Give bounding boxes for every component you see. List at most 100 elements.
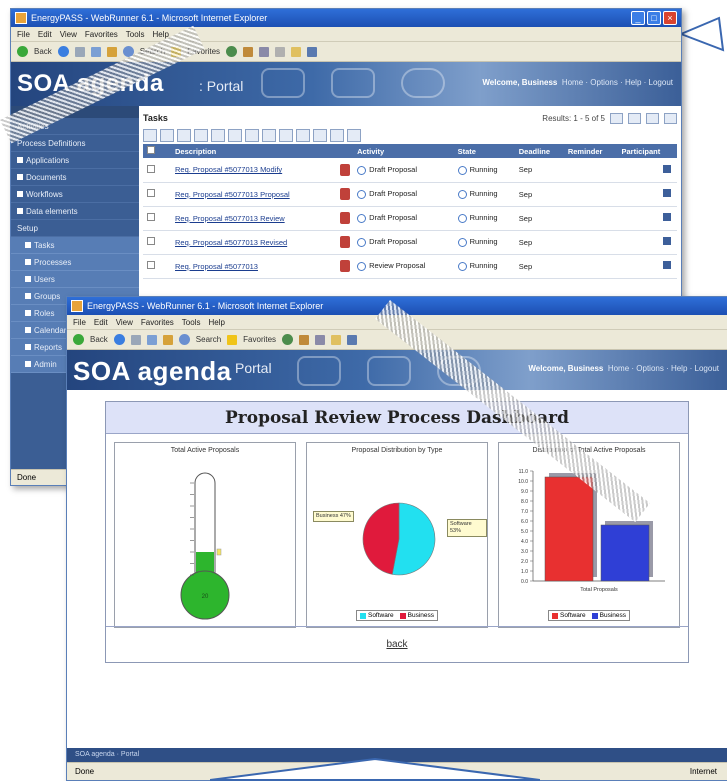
close-button[interactable]: × [663, 11, 677, 25]
front-window-titlebar[interactable]: EnergyPASS - WebRunner 6.1 - Microsoft I… [67, 297, 727, 315]
menu-view[interactable]: View [116, 315, 133, 329]
sidebar-subitem[interactable]: Processes [11, 254, 139, 271]
action-button[interactable] [330, 128, 344, 142]
folder-icon[interactable] [291, 46, 302, 57]
media-icon[interactable] [226, 46, 238, 57]
document-icon[interactable] [340, 188, 351, 200]
action-button[interactable] [160, 128, 174, 142]
search-icon[interactable] [178, 334, 190, 345]
toolbar-favorites-label[interactable]: Favorites [243, 330, 276, 349]
task-link[interactable]: Req. Proposal #5077013 Revised [175, 238, 287, 247]
back-link[interactable]: back [386, 639, 407, 650]
history-icon[interactable] [299, 334, 310, 345]
next-page-button[interactable] [646, 112, 659, 124]
sidebar-subitem[interactable]: Tasks [11, 237, 139, 254]
table-row[interactable]: Req. Proposal #5077013 Review Draft Prop… [143, 206, 677, 231]
row-checkbox[interactable] [147, 189, 155, 197]
first-page-button[interactable] [610, 112, 623, 124]
action-button[interactable] [194, 128, 208, 142]
document-icon[interactable] [340, 163, 351, 176]
table-row[interactable]: Req. Proposal #5077013 Proposal Draft Pr… [143, 182, 677, 207]
sidebar-subitem[interactable]: Users [11, 271, 139, 288]
column-header-description[interactable]: Description [171, 144, 337, 158]
menu-help[interactable]: Help [152, 27, 168, 41]
mail-icon[interactable] [315, 334, 326, 345]
action-button[interactable] [313, 128, 327, 142]
back-arrow-icon[interactable] [17, 46, 28, 57]
action-button[interactable] [279, 128, 293, 142]
mail-icon[interactable] [259, 46, 270, 57]
folder-icon[interactable] [331, 334, 342, 345]
favorites-star-icon[interactable] [171, 46, 182, 57]
action-button[interactable] [296, 128, 310, 142]
menu-file[interactable]: File [17, 27, 30, 41]
row-checkbox[interactable] [147, 164, 155, 173]
document-icon[interactable] [340, 236, 351, 248]
refresh-icon[interactable] [146, 334, 157, 345]
home-icon[interactable] [106, 46, 117, 57]
search-icon[interactable] [122, 46, 134, 57]
document-icon[interactable] [340, 212, 351, 224]
menu-view[interactable]: View [60, 27, 77, 41]
menu-favorites[interactable]: Favorites [141, 315, 174, 329]
toolbar-favorites-label[interactable]: Favorites [187, 42, 220, 61]
action-button[interactable] [245, 128, 259, 142]
back-arrow-icon[interactable] [73, 334, 84, 345]
menu-tools[interactable]: Tools [182, 315, 201, 329]
back-window-titlebar[interactable]: EnergyPASS - WebRunner 6.1 - Microsoft I… [11, 9, 681, 27]
stop-icon[interactable] [74, 46, 85, 57]
table-row[interactable]: Req. Proposal #5077013 Modify Draft Prop… [143, 158, 677, 183]
sidebar-item-data-elements[interactable]: Data elements [11, 203, 139, 220]
forward-arrow-icon[interactable] [113, 334, 125, 345]
row-checkbox[interactable] [147, 261, 155, 269]
messenger-icon[interactable] [307, 46, 318, 57]
action-button[interactable] [211, 128, 225, 142]
history-icon[interactable] [243, 46, 254, 57]
menu-edit[interactable]: Edit [38, 27, 52, 41]
select-all-header[interactable] [143, 144, 157, 158]
sidebar-item-applications[interactable]: Applications [11, 152, 139, 169]
toolbar-back-label[interactable]: Back [34, 42, 52, 61]
row-checkbox[interactable] [147, 237, 155, 245]
column-header-deadline[interactable]: Deadline [514, 144, 564, 158]
header-links[interactable]: Welcome, Business Home · Options · Help … [482, 78, 673, 87]
toolbar-search-label[interactable]: Search [196, 330, 221, 349]
menu-help[interactable]: Help [208, 315, 224, 329]
select-all-checkbox[interactable] [147, 146, 155, 154]
home-icon[interactable] [162, 334, 173, 345]
sidebar-item-workflows[interactable]: Workflows [11, 186, 139, 203]
refresh-icon[interactable] [90, 46, 101, 57]
toolbar-back-label[interactable]: Back [90, 330, 108, 349]
last-page-button[interactable] [664, 112, 677, 124]
header-nav-links[interactable]: Home · Options · Help · Logout [562, 78, 673, 87]
action-button[interactable] [262, 128, 276, 142]
forward-arrow-icon[interactable] [57, 46, 69, 57]
menu-favorites[interactable]: Favorites [85, 27, 118, 41]
prev-page-button[interactable] [628, 112, 641, 124]
print-icon[interactable] [275, 46, 286, 57]
action-button[interactable] [177, 128, 191, 142]
sidebar-item-documents[interactable]: Documents [11, 169, 139, 186]
participant-icon[interactable] [663, 189, 671, 197]
document-icon[interactable] [340, 260, 351, 272]
menu-tools[interactable]: Tools [126, 27, 145, 41]
minimize-button[interactable]: _ [631, 11, 645, 25]
column-header-activity[interactable]: Activity [353, 144, 454, 158]
action-button[interactable] [228, 128, 242, 142]
action-button[interactable] [347, 128, 361, 142]
sidebar-item-process-definitions[interactable]: Process Definitions [11, 135, 139, 152]
header-nav-links[interactable]: Home · Options · Help · Logout [608, 364, 719, 373]
participant-icon[interactable] [663, 237, 671, 245]
media-icon[interactable] [282, 334, 294, 345]
favorites-star-icon[interactable] [227, 334, 238, 345]
maximize-button[interactable]: □ [647, 11, 661, 25]
table-row[interactable]: Req. Proposal #5077013 Revised Draft Pro… [143, 230, 677, 255]
sidebar-item-activities[interactable]: Activities [11, 118, 139, 135]
row-checkbox[interactable] [147, 213, 155, 221]
task-link[interactable]: Req. Proposal #5077013 Review [175, 214, 285, 223]
toolbar-search-label[interactable]: Search [140, 42, 165, 61]
header-links[interactable]: Welcome, Business Home · Options · Help … [528, 364, 719, 373]
column-header-reminder[interactable]: Reminder [563, 144, 618, 158]
menu-edit[interactable]: Edit [94, 315, 108, 329]
menu-file[interactable]: File [73, 315, 86, 329]
